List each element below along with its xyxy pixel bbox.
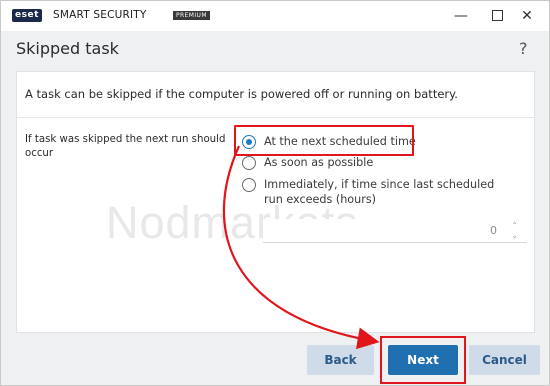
radio-label: Immediately, if time since last schedule… bbox=[264, 178, 495, 206]
divider bbox=[16, 117, 535, 118]
title-bar: eset SMART SECURITY PREMIUM — ✕ bbox=[1, 1, 549, 31]
radio-label: As soon as possible bbox=[264, 156, 374, 169]
edition-badge: PREMIUM bbox=[173, 11, 210, 20]
back-button[interactable]: Back bbox=[307, 345, 374, 375]
product-name: SMART SECURITY bbox=[53, 9, 147, 21]
cancel-button[interactable]: Cancel bbox=[469, 345, 540, 375]
maximize-icon[interactable] bbox=[487, 7, 507, 25]
radio-option-immediately[interactable]: Immediately, if time since last schedule… bbox=[242, 177, 499, 207]
description-text: A task can be skipped if the computer is… bbox=[25, 87, 458, 101]
minimize-icon[interactable]: — bbox=[451, 7, 471, 25]
radio-option-as-soon-as-possible[interactable]: As soon as possible bbox=[242, 155, 373, 170]
setting-label: If task was skipped the next run should … bbox=[25, 134, 226, 159]
hours-spinner[interactable]: 0 ⌃ ⌄ bbox=[263, 219, 527, 243]
dialog-window: eset SMART SECURITY PREMIUM — ✕ Skipped … bbox=[0, 0, 550, 386]
eset-logo: eset bbox=[12, 9, 42, 22]
radio-unchecked-icon[interactable] bbox=[242, 156, 256, 170]
chevron-down-icon[interactable]: ⌄ bbox=[511, 232, 518, 240]
page-title: Skipped task bbox=[16, 39, 119, 58]
highlight-box-next bbox=[380, 336, 466, 384]
chevron-up-icon[interactable]: ⌃ bbox=[511, 222, 518, 230]
close-icon[interactable]: ✕ bbox=[517, 7, 537, 25]
help-icon[interactable]: ? bbox=[519, 39, 528, 58]
spinner-value: 0 bbox=[490, 224, 497, 237]
highlight-box-option bbox=[234, 125, 414, 156]
radio-unchecked-icon[interactable] bbox=[242, 178, 256, 192]
